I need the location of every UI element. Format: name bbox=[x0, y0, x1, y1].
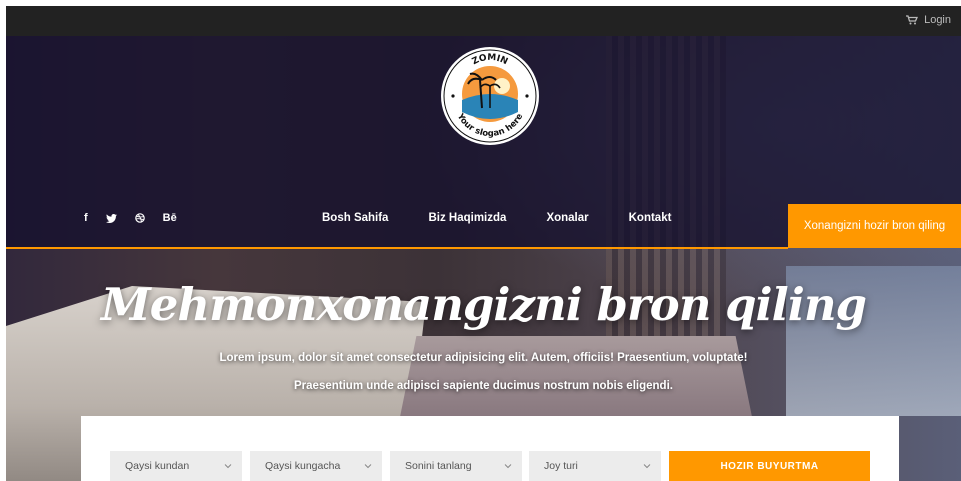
book-now-button[interactable]: Xonangizni hozir bron qiling bbox=[788, 204, 961, 248]
cart-icon bbox=[906, 15, 919, 25]
main-menu: Bosh Sahifa Biz Haqimizda Xonalar Kontak… bbox=[322, 212, 711, 224]
hero-subtext-line2: Praesentium unde adipisci sapiente ducim… bbox=[294, 380, 673, 392]
login-link[interactable]: Login bbox=[906, 14, 951, 26]
page: Login ZOMIN Your slogan here f Bē Bosh S… bbox=[6, 6, 961, 481]
chevron-down-icon bbox=[643, 464, 651, 469]
from-date-select[interactable]: Qaysi kundan bbox=[110, 451, 242, 481]
booking-panel: Qaysi kundan Qaysi kungacha Sonini tanla… bbox=[81, 416, 899, 481]
chevron-down-icon bbox=[364, 464, 372, 469]
brand-logo[interactable]: ZOMIN Your slogan here bbox=[440, 42, 540, 150]
room-type-select[interactable]: Joy turi bbox=[529, 451, 661, 481]
nav-item-home[interactable]: Bosh Sahifa bbox=[322, 212, 388, 224]
hero-headline: Mehmonxonangizni bron qiling bbox=[100, 278, 867, 331]
guests-label: Sonini tanlang bbox=[405, 460, 472, 472]
facebook-icon[interactable]: f bbox=[84, 212, 88, 224]
header-divider bbox=[6, 247, 788, 249]
behance-icon[interactable]: Bē bbox=[163, 212, 177, 224]
nav-item-rooms[interactable]: Xonalar bbox=[546, 212, 588, 224]
hero-subtext-line1: Lorem ipsum, dolor sit amet consectetur … bbox=[219, 352, 748, 364]
to-date-label: Qaysi kungacha bbox=[265, 460, 341, 472]
login-label: Login bbox=[924, 14, 951, 26]
twitter-icon[interactable] bbox=[105, 213, 117, 223]
to-date-select[interactable]: Qaysi kungacha bbox=[250, 451, 382, 481]
guests-select[interactable]: Sonini tanlang bbox=[390, 451, 522, 481]
nav-item-about[interactable]: Biz Haqimizda bbox=[428, 212, 506, 224]
order-now-button[interactable]: HOZIR BUYURTMA bbox=[669, 451, 870, 481]
social-links: f Bē bbox=[84, 212, 177, 224]
nav-item-contact[interactable]: Kontakt bbox=[629, 212, 672, 224]
chevron-down-icon bbox=[504, 464, 512, 469]
dribbble-icon[interactable] bbox=[134, 213, 145, 223]
top-bar: Login bbox=[6, 6, 961, 36]
room-type-label: Joy turi bbox=[544, 460, 578, 472]
chevron-down-icon bbox=[224, 464, 232, 469]
from-date-label: Qaysi kundan bbox=[125, 460, 190, 472]
